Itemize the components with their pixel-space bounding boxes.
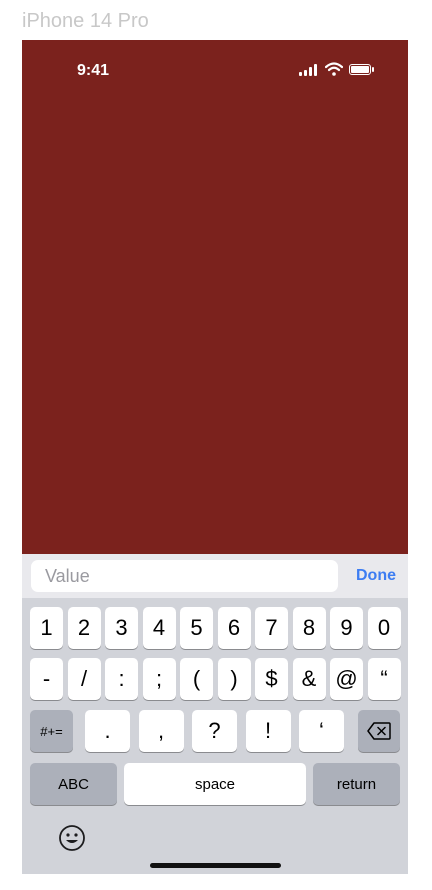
symbols-mode-key[interactable]: #+= [30,710,73,752]
battery-cap [372,67,374,72]
input-accessory-bar: Done [22,554,408,598]
home-indicator [150,863,281,868]
key[interactable]: ‘ [299,710,344,752]
key[interactable]: . [85,710,130,752]
key[interactable]: / [67,658,101,700]
key[interactable]: 9 [330,607,363,649]
key[interactable]: 8 [292,607,326,649]
key[interactable]: 1 [30,607,63,649]
key[interactable]: ! [245,710,291,752]
emoji-icon[interactable] [58,824,86,852]
key[interactable]: 3 [105,607,138,649]
delete-key[interactable] [358,710,400,752]
key[interactable]: 7 [255,607,288,649]
delete-icon [367,722,391,740]
signal-icon [299,64,319,76]
key[interactable]: 6 [217,607,251,649]
keyboard-area: Done 1234567890 -/:;()$&@“ #+= .,?!‘ ABC… [22,554,408,874]
key[interactable]: 0 [367,607,401,649]
done-button[interactable]: Done [356,567,396,585]
key[interactable]: $ [255,658,288,700]
return-key[interactable]: return [313,763,400,805]
key[interactable]: 2 [67,607,101,649]
key[interactable]: & [292,658,326,700]
battery-icon [349,64,371,75]
device-label: iPhone 14 Pro [22,10,149,32]
status-time: 9:41 [77,62,110,79]
key[interactable]: 4 [142,607,176,649]
key[interactable]: ? [192,710,237,752]
wifi-icon [325,62,343,76]
phone-screen: 9:41 Done 1234567890 -/:;()$&@“ #+= .,?!… [22,40,408,874]
key[interactable]: : [105,658,138,700]
value-input[interactable] [31,560,338,592]
abc-key[interactable]: ABC [30,763,117,805]
space-key[interactable]: space [124,763,306,805]
key[interactable]: ( [180,658,213,700]
key[interactable]: 5 [180,607,213,649]
key[interactable]: ; [142,658,176,700]
status-bar: 9:41 [22,40,408,100]
key[interactable]: , [138,710,184,752]
key[interactable]: @ [330,658,363,700]
key[interactable]: - [30,658,63,700]
key[interactable]: ) [217,658,251,700]
key[interactable]: “ [367,658,401,700]
